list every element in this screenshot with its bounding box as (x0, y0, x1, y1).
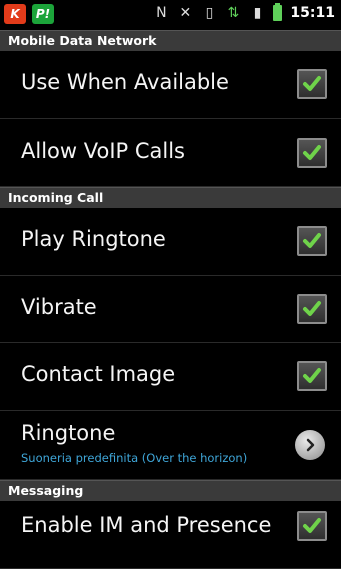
checkbox-vibrate[interactable] (297, 294, 327, 324)
setting-vibrate[interactable]: Vibrate (0, 276, 341, 343)
green-app-icon: P! (32, 4, 54, 24)
setting-use-when-available[interactable]: Use When Available (0, 51, 341, 119)
status-bar: K P! N ✕ ▯ ⇅ ▮ 15:11 (0, 0, 341, 30)
checkbox-use-when-available[interactable] (297, 69, 327, 99)
battery-icon (273, 3, 283, 21)
section-header-incoming-call: Incoming Call (0, 187, 341, 208)
setting-play-ringtone[interactable]: Play Ringtone (0, 208, 341, 276)
checkbox-enable-im-presence[interactable] (297, 511, 327, 541)
ringtone-chevron-button[interactable] (295, 430, 325, 460)
section-header-messaging: Messaging (0, 480, 341, 501)
checkmark-icon (303, 76, 321, 91)
checkmark-icon (303, 368, 321, 383)
setting-label: Contact Image (21, 362, 176, 386)
vibrate-icon: ▯ (205, 5, 214, 21)
data-arrows-icon: ⇅ (227, 5, 240, 21)
nfc-icon: N (156, 5, 167, 21)
checkmark-icon (303, 145, 321, 160)
setting-ringtone[interactable]: Ringtone Suoneria predefinita (Over the … (0, 411, 341, 480)
checkbox-contact-image[interactable] (297, 361, 327, 391)
setting-contact-image[interactable]: Contact Image (0, 343, 341, 411)
setting-label: Allow VoIP Calls (21, 139, 185, 163)
setting-enable-im-presence[interactable]: Enable IM and Presence (0, 501, 341, 569)
setting-label: Enable IM and Presence (21, 513, 272, 537)
setting-label: Ringtone (21, 421, 116, 445)
checkmark-icon (303, 233, 321, 248)
checkmark-icon (303, 301, 321, 316)
signal-icon: ▮ (253, 5, 262, 21)
setting-label: Play Ringtone (21, 227, 166, 251)
checkbox-allow-voip-calls[interactable] (297, 138, 327, 168)
chevron-right-icon (306, 438, 315, 452)
checkbox-play-ringtone[interactable] (297, 226, 327, 256)
status-clock: 15:11 (290, 5, 335, 21)
checkmark-icon (303, 518, 321, 533)
setting-label: Vibrate (21, 295, 97, 319)
setting-allow-voip-calls[interactable]: Allow VoIP Calls (0, 119, 341, 187)
setting-label: Use When Available (21, 70, 229, 94)
mute-icon: ✕ (179, 5, 192, 21)
section-header-mobile-data: Mobile Data Network (0, 30, 341, 51)
red-app-icon: K (4, 4, 26, 24)
ringtone-value: Suoneria predefinita (Over the horizon) (21, 451, 248, 465)
